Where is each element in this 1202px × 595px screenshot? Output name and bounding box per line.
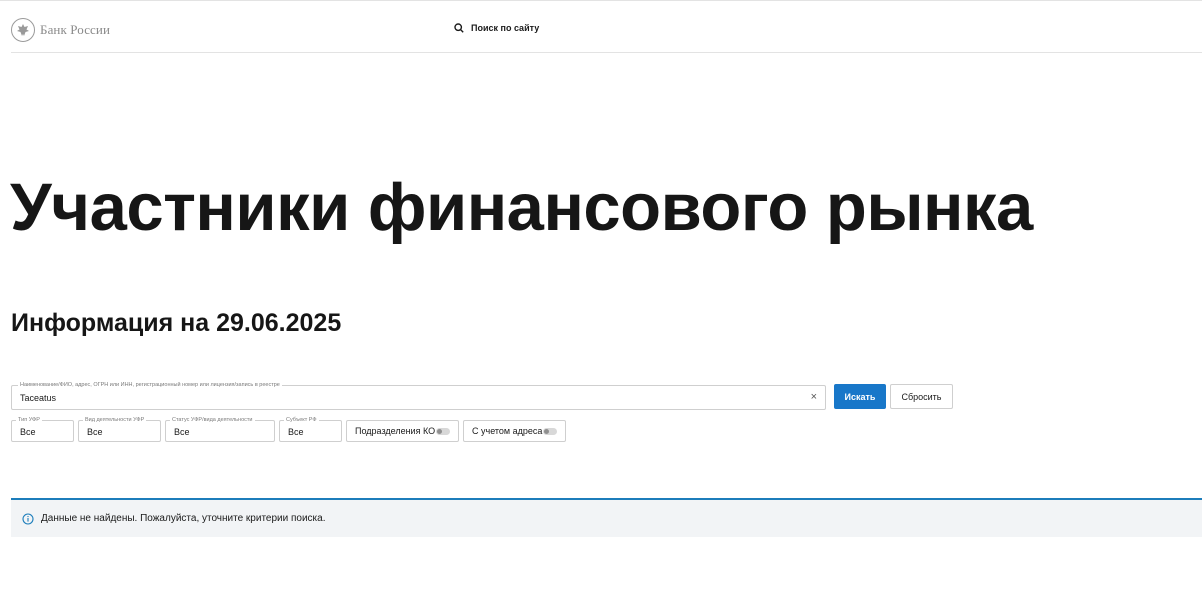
site-header: Банк России Поиск по сайту (11, 1, 1202, 53)
search-button[interactable]: Искать (834, 384, 886, 409)
filter-ufr-type-legend: Тип УФР (16, 415, 42, 425)
filter-ufr-type-value: Все (20, 427, 36, 437)
search-field[interactable]: Наименование/ФИО, адрес, ОГРН или ИНН, р… (11, 380, 826, 410)
bank-logo-link[interactable]: Банк России (11, 18, 110, 42)
search-field-legend: Наименование/ФИО, адрес, ОГРН или ИНН, р… (18, 380, 282, 390)
filter-activity-type[interactable]: Вид деятельности УФР Все (78, 415, 161, 442)
toggle-address-label: С учетом адреса (472, 426, 543, 436)
info-icon (22, 512, 34, 525)
notice-text: Данные не найдены. Пожалуйста, уточните … (41, 513, 326, 524)
clear-search-icon[interactable]: × (811, 391, 817, 403)
filter-activity-type-legend: Вид деятельности УФР (83, 415, 147, 425)
filter-region[interactable]: Субъект РФ Все (279, 415, 342, 442)
filter-activity-type-value: Все (87, 427, 103, 437)
filter-status-value: Все (174, 427, 190, 437)
toggle-switch[interactable] (436, 428, 450, 435)
logo-text: Банк России (40, 22, 111, 37)
filter-status-legend: Статус УФР/вида деятельности (170, 415, 255, 425)
toggle-knob (544, 429, 549, 434)
toggle-knob (437, 429, 442, 434)
site-search-label: Поиск по сайту (471, 23, 540, 33)
toggle-switch[interactable] (543, 428, 557, 435)
search-input[interactable] (20, 393, 790, 403)
no-results-notice: Данные не найдены. Пожалуйста, уточните … (11, 498, 1202, 537)
toggle-ko-divisions[interactable]: Подразделения КО (346, 420, 459, 442)
toggle-address[interactable]: С учетом адреса (463, 420, 566, 442)
toggle-ko-divisions-label: Подразделения КО (355, 426, 436, 436)
magnifier-icon (454, 23, 464, 33)
reset-button[interactable]: Сбросить (890, 384, 953, 409)
info-date-heading: Информация на 29.06.2025 (11, 309, 342, 337)
site-search-button[interactable]: Поиск по сайту (454, 23, 539, 33)
filter-ufr-type[interactable]: Тип УФР Все (11, 415, 74, 442)
filter-status[interactable]: Статус УФР/вида деятельности Все (165, 415, 275, 442)
filter-region-value: Все (288, 427, 304, 437)
filter-region-legend: Субъект РФ (284, 415, 319, 425)
eagle-emblem-icon (11, 18, 35, 42)
page-title: Участники финансового рынка (10, 170, 1033, 245)
